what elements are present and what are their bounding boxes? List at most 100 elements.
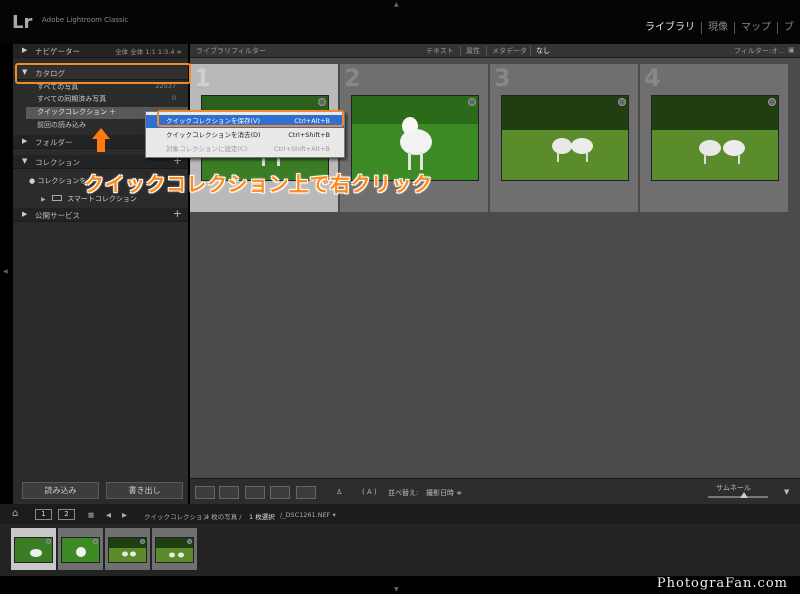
top-panel-toggle-icon[interactable]: ▲ [394,1,399,8]
people-view-icon[interactable] [296,486,316,499]
filter-metadata[interactable]: メタデータ [492,46,527,56]
grid-cell-number: 1 [194,64,211,92]
lightroom-logo: Lr [12,12,33,33]
thumbnail-size-slider[interactable] [708,496,768,498]
filmstrip-thumbnail[interactable] [14,537,53,563]
menu-item-label: クイックコレクションを消去(D) [166,131,261,139]
painter-icon[interactable]: ♙ [336,488,342,496]
filter-none[interactable]: なし [536,46,550,56]
toolbar-menu-icon[interactable]: ▼ [784,488,789,496]
filter-divider [530,46,531,56]
compare-view-icon[interactable] [245,486,265,499]
menu-highlight-box [157,110,344,127]
smart-collection-icon [51,195,62,201]
menu-item-shortcut: Ctrl+Shift+B [288,131,330,139]
annotation-text: クイックコレクション上で右クリック [84,172,433,196]
filmstrip-cell[interactable] [152,528,197,570]
catalog-item-synced-photos[interactable]: すべての同期済み写真 0 [37,94,182,106]
window-2-button[interactable]: 2 [58,509,75,520]
filmstrip-cell[interactable] [11,528,56,570]
quick-collection-badge-icon[interactable] [318,98,326,106]
top-bar: Lr Adobe Lightroom Classic ライブラリ 現像 マップ … [0,0,800,44]
quick-collection-badge-icon[interactable] [618,98,626,106]
window-1-button[interactable]: 1 [35,509,52,520]
lock-icon[interactable]: ▣ [788,46,795,54]
module-map[interactable]: マップ [735,22,778,34]
survey-view-icon[interactable] [270,486,290,499]
loupe-view-icon[interactable] [219,486,239,499]
grid-cell[interactable]: 3 [490,64,638,212]
module-picker: ライブラリ 現像 マップ ブ [639,20,800,36]
filter-preset-dropdown[interactable]: フィルター:オ… [734,46,785,56]
photo-count: 4 枚の写真 / [205,513,242,521]
collapsed-triangle-icon: ▶ [22,210,28,218]
grid-cell[interactable]: 4 [640,64,788,212]
catalog-item-count: 0 [171,94,176,102]
publish-services-title: 公開サービス [35,211,80,220]
photo-thumbnail[interactable] [501,95,629,181]
export-button[interactable]: 書き出し [106,482,183,499]
thumbnail-slider-handle[interactable] [740,492,748,498]
library-filter-bar: ライブラリフィルター テキスト 属性 メタデータ なし フィルター:オ… ▣ [190,44,800,58]
collapsed-triangle-icon: ▶ [22,137,28,145]
filter-divider [486,46,487,56]
search-icon: ● [29,177,36,185]
library-filter-title: ライブラリフィルター [196,47,266,55]
menu-item-clear-quick-collection[interactable]: クイックコレクションを消去(D) Ctrl+Shift+B [146,129,344,142]
sort-label: 並べ替え: [388,489,419,497]
watermark: PhotograFan.com [656,576,788,591]
grid-view-icon[interactable] [195,486,215,499]
left-panel-toggle-icon[interactable]: ◀ [3,268,8,275]
library-toolbar: ♙ ( A ) 並べ替え: 撮影日時 ≑ サムネール ▼ [190,478,800,504]
grid-cell-number: 4 [644,64,661,92]
quick-collection-badge-icon[interactable] [468,98,476,106]
filmstrip-thumbnail[interactable] [108,537,147,563]
sort-direction-icon[interactable]: ( A ) [362,488,377,496]
publish-services-header[interactable]: ▶ 公開サービス + [13,207,188,222]
quick-collection-badge-icon [93,539,98,544]
forward-arrow-icon[interactable]: ▶ [122,511,127,519]
filter-attribute[interactable]: 属性 [466,46,480,56]
catalog-item-label: すべての同期済み写真 [37,95,107,103]
sort-dropdown[interactable]: 撮影日時 ≑ [426,488,462,498]
bottom-panel-toggle-icon[interactable]: ▼ [394,586,399,593]
collapsed-triangle-icon: ▶ [22,46,28,54]
module-develop[interactable]: 現像 [702,22,735,34]
menu-item-label: 対象コレクションに設定(C) [166,145,248,153]
filmstrip [0,524,800,576]
photo-thumbnail[interactable] [651,95,779,181]
grid-cell-number: 3 [494,64,511,92]
navigator-header[interactable]: ▶ ナビゲーター 全体 全体 1:1 1:3.4 ≑ [13,44,188,58]
expanded-triangle-icon: ▼ [22,157,28,165]
app-name: Adobe Lightroom Classic [42,16,129,24]
source-label[interactable]: クイックコレクション [144,511,209,521]
collections-title: コレクション [35,158,80,167]
catalog-item-label: すべての写真 [37,83,79,91]
collapsed-triangle-icon: ▶ [41,196,46,203]
filmstrip-cell[interactable] [58,528,103,570]
filter-divider [460,46,461,56]
quick-collection-badge-icon [140,539,145,544]
collection-filter[interactable]: ● コレクションを [29,176,86,186]
filter-text[interactable]: テキスト [426,46,454,56]
collection-filter-label: コレクションを [37,177,87,185]
quick-collection-badge-icon [46,539,51,544]
back-arrow-icon[interactable]: ◀ [106,511,111,519]
add-publish-service-icon[interactable]: + [173,207,182,220]
grid-cell-number: 2 [344,64,361,92]
module-library[interactable]: ライブラリ [639,22,702,34]
secondary-window-icon[interactable]: ⌂ [12,508,18,519]
filmstrip-thumbnail[interactable] [155,537,194,563]
navigator-zoom-options[interactable]: 全体 全体 1:1 1:3.4 ≑ [115,46,182,56]
import-button[interactable]: 読み込み [22,482,99,499]
menu-item-set-target-collection: 対象コレクションに設定(C) Ctrl+Shift+Alt+B [146,143,344,156]
quick-collection-badge-icon [187,539,192,544]
grid-icon[interactable]: ▦ [88,511,94,519]
filename-dropdown[interactable]: /_DSC1261.NEF ▾ [280,511,336,519]
filmstrip-thumbnail[interactable] [61,537,100,563]
quick-collection-badge-icon[interactable] [768,98,776,106]
filmstrip-cell[interactable] [105,528,150,570]
module-book[interactable]: ブ [778,22,800,34]
catalog-item-label: 前回の読み込み [37,121,86,129]
selected-count: 1 枚選択 [249,513,275,521]
